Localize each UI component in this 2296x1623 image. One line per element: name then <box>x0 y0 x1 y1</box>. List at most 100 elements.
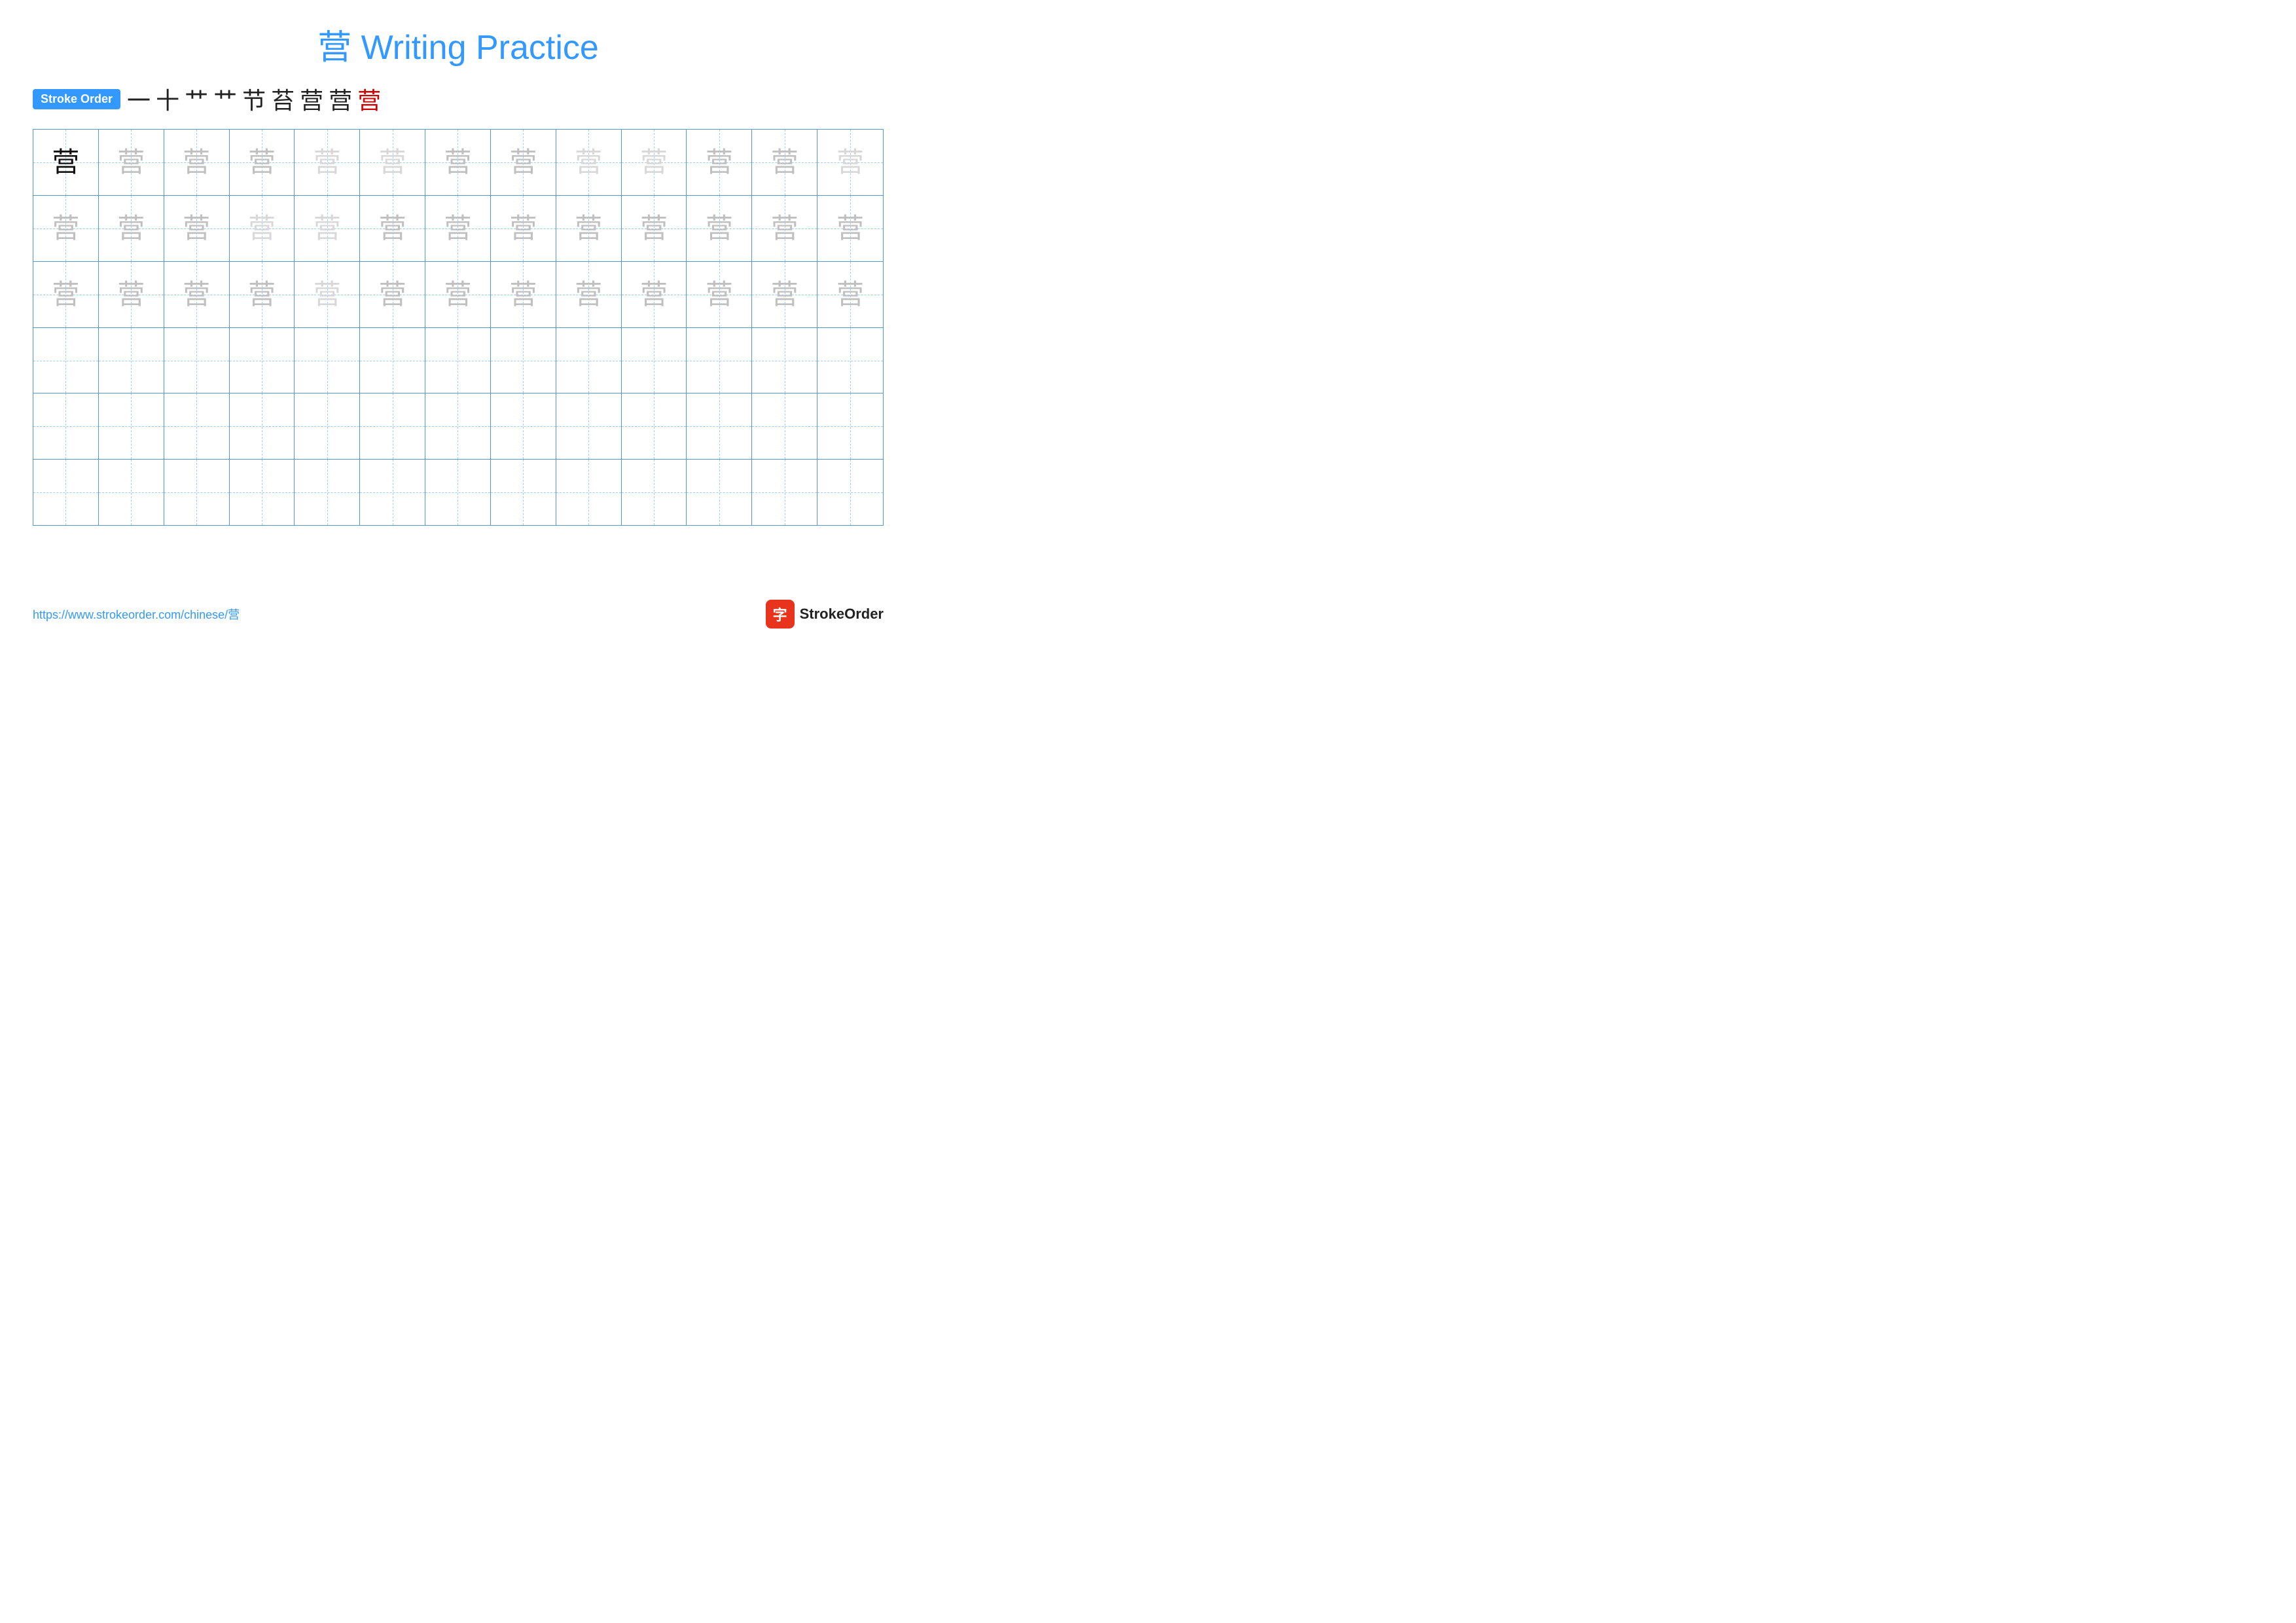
cell-3-13[interactable]: 营 <box>817 262 883 327</box>
cell-6-2[interactable] <box>99 460 164 525</box>
cell-2-10[interactable]: 营 <box>622 196 687 261</box>
cell-2-3[interactable]: 营 <box>164 196 230 261</box>
char-display: 营 <box>575 149 602 176</box>
cell-2-2[interactable]: 营 <box>99 196 164 261</box>
cell-6-10[interactable] <box>622 460 687 525</box>
cell-5-7[interactable] <box>425 393 491 459</box>
char-display: 营 <box>509 149 537 176</box>
cell-6-7[interactable] <box>425 460 491 525</box>
cell-2-9[interactable]: 营 <box>556 196 622 261</box>
cell-3-7[interactable]: 营 <box>425 262 491 327</box>
cell-4-12[interactable] <box>752 328 817 393</box>
grid-row-3: 营 营 营 营 营 营 营 营 营 营 营 营 营 <box>33 262 883 328</box>
cell-4-10[interactable] <box>622 328 687 393</box>
cell-1-1[interactable]: 营 <box>33 130 99 195</box>
cell-1-9[interactable]: 营 <box>556 130 622 195</box>
grid-row-2: 营 营 营 营 营 营 营 营 营 营 营 营 营 <box>33 196 883 262</box>
cell-2-7[interactable]: 营 <box>425 196 491 261</box>
cell-4-2[interactable] <box>99 328 164 393</box>
cell-5-2[interactable] <box>99 393 164 459</box>
title-section: 营 Writing Practice <box>33 20 884 69</box>
cell-6-12[interactable] <box>752 460 817 525</box>
cell-5-5[interactable] <box>295 393 360 459</box>
cell-1-12[interactable]: 营 <box>752 130 817 195</box>
cell-4-11[interactable] <box>687 328 752 393</box>
cell-4-4[interactable] <box>230 328 295 393</box>
char-display: 营 <box>248 149 276 176</box>
cell-1-2[interactable]: 营 <box>99 130 164 195</box>
grid-row-5 <box>33 393 883 460</box>
cell-3-10[interactable]: 营 <box>622 262 687 327</box>
cell-5-3[interactable] <box>164 393 230 459</box>
cell-5-4[interactable] <box>230 393 295 459</box>
char-display: 营 <box>640 281 668 308</box>
cell-5-12[interactable] <box>752 393 817 459</box>
footer-url[interactable]: https://www.strokeorder.com/chinese/营 <box>33 606 240 623</box>
cell-5-10[interactable] <box>622 393 687 459</box>
stroke-1: 一 <box>127 82 151 116</box>
cell-5-13[interactable] <box>817 393 883 459</box>
cell-3-9[interactable]: 营 <box>556 262 622 327</box>
cell-6-13[interactable] <box>817 460 883 525</box>
cell-4-9[interactable] <box>556 328 622 393</box>
cell-6-6[interactable] <box>360 460 425 525</box>
cell-3-2[interactable]: 营 <box>99 262 164 327</box>
char-display: 营 <box>509 215 537 242</box>
cell-4-1[interactable] <box>33 328 99 393</box>
cell-3-4[interactable]: 营 <box>230 262 295 327</box>
cell-2-8[interactable]: 营 <box>491 196 556 261</box>
cell-1-13[interactable]: 营 <box>817 130 883 195</box>
cell-6-9[interactable] <box>556 460 622 525</box>
cell-2-11[interactable]: 营 <box>687 196 752 261</box>
cell-2-1[interactable]: 营 <box>33 196 99 261</box>
cell-6-4[interactable] <box>230 460 295 525</box>
cell-4-8[interactable] <box>491 328 556 393</box>
cell-6-5[interactable] <box>295 460 360 525</box>
cell-2-5[interactable]: 营 <box>295 196 360 261</box>
cell-5-1[interactable] <box>33 393 99 459</box>
cell-1-3[interactable]: 营 <box>164 130 230 195</box>
cell-2-13[interactable]: 营 <box>817 196 883 261</box>
cell-5-8[interactable] <box>491 393 556 459</box>
cell-6-8[interactable] <box>491 460 556 525</box>
cell-5-6[interactable] <box>360 393 425 459</box>
cell-1-7[interactable]: 营 <box>425 130 491 195</box>
cell-4-5[interactable] <box>295 328 360 393</box>
cell-4-6[interactable] <box>360 328 425 393</box>
stroke-6: 苔 <box>271 82 295 116</box>
stroke-order-row: Stroke Order 一 十 艹 艹 节 苔 营 营 营 <box>33 82 884 116</box>
cell-1-6[interactable]: 营 <box>360 130 425 195</box>
cell-1-5[interactable]: 营 <box>295 130 360 195</box>
cell-4-3[interactable] <box>164 328 230 393</box>
stroke-8: 营 <box>329 82 352 116</box>
cell-4-13[interactable] <box>817 328 883 393</box>
cell-3-5[interactable]: 营 <box>295 262 360 327</box>
char-display: 营 <box>444 149 471 176</box>
cell-3-8[interactable]: 营 <box>491 262 556 327</box>
cell-2-6[interactable]: 营 <box>360 196 425 261</box>
cell-3-1[interactable]: 营 <box>33 262 99 327</box>
cell-1-4[interactable]: 营 <box>230 130 295 195</box>
footer: https://www.strokeorder.com/chinese/营 字 … <box>33 600 884 629</box>
char-display: 营 <box>771 281 798 308</box>
cell-1-11[interactable]: 营 <box>687 130 752 195</box>
cell-2-4[interactable]: 营 <box>230 196 295 261</box>
cell-3-12[interactable]: 营 <box>752 262 817 327</box>
cell-1-10[interactable]: 营 <box>622 130 687 195</box>
cell-3-11[interactable]: 营 <box>687 262 752 327</box>
stroke-order-badge: Stroke Order <box>33 89 120 109</box>
char-display: 营 <box>379 149 406 176</box>
cell-6-3[interactable] <box>164 460 230 525</box>
cell-5-11[interactable] <box>687 393 752 459</box>
char-display: 营 <box>52 281 79 308</box>
cell-1-8[interactable]: 营 <box>491 130 556 195</box>
cell-6-11[interactable] <box>687 460 752 525</box>
cell-3-3[interactable]: 营 <box>164 262 230 327</box>
cell-5-9[interactable] <box>556 393 622 459</box>
cell-3-6[interactable]: 营 <box>360 262 425 327</box>
cell-4-7[interactable] <box>425 328 491 393</box>
char-display: 营 <box>52 215 79 242</box>
char-display: 营 <box>706 149 733 176</box>
cell-2-12[interactable]: 营 <box>752 196 817 261</box>
cell-6-1[interactable] <box>33 460 99 525</box>
